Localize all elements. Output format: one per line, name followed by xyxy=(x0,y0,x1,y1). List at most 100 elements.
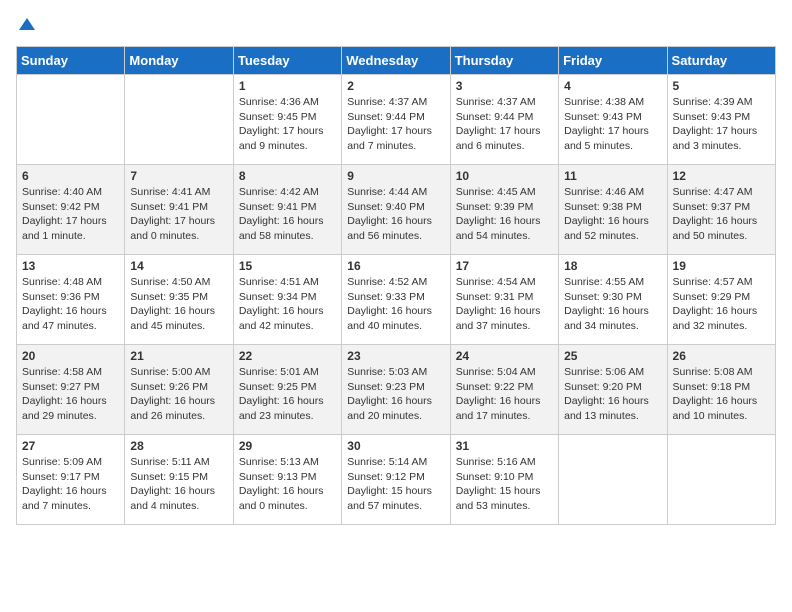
day-cell: 8 Sunrise: 4:42 AM Sunset: 9:41 PM Daylig… xyxy=(233,165,341,255)
day-info: Sunrise: 4:58 AM Sunset: 9:27 PM Dayligh… xyxy=(22,365,119,424)
day-info: Sunrise: 4:37 AM Sunset: 9:44 PM Dayligh… xyxy=(347,95,444,154)
day-number: 3 xyxy=(456,79,553,93)
day-cell: 7 Sunrise: 4:41 AM Sunset: 9:41 PM Daylig… xyxy=(125,165,233,255)
day-cell: 23 Sunrise: 5:03 AM Sunset: 9:23 PM Dayli… xyxy=(342,345,450,435)
week-row-2: 6Sunrise: 4:40 AM Sunset: 9:42 PM Daylig… xyxy=(17,165,776,255)
day-cell: 26 Sunrise: 5:08 AM Sunset: 9:18 PM Dayli… xyxy=(667,345,775,435)
day-cell: 9 Sunrise: 4:44 AM Sunset: 9:40 PM Daylig… xyxy=(342,165,450,255)
day-info: Sunrise: 5:06 AM Sunset: 9:20 PM Dayligh… xyxy=(564,365,661,424)
day-number: 15 xyxy=(239,259,336,273)
day-cell: 28 Sunrise: 5:11 AM Sunset: 9:15 PM Dayli… xyxy=(125,435,233,525)
day-cell: 10Sunrise: 4:45 AM Sunset: 9:39 PM Dayli… xyxy=(450,165,558,255)
day-info: Sunrise: 4:41 AM Sunset: 9:41 PM Dayligh… xyxy=(130,185,227,244)
day-info: Sunrise: 5:04 AM Sunset: 9:22 PM Dayligh… xyxy=(456,365,553,424)
day-info: Sunrise: 5:11 AM Sunset: 9:15 PM Dayligh… xyxy=(130,455,227,514)
day-number: 20 xyxy=(22,349,119,363)
day-cell: 16 Sunrise: 4:52 AM Sunset: 9:33 PM Dayli… xyxy=(342,255,450,345)
day-number: 17 xyxy=(456,259,553,273)
day-info: Sunrise: 5:03 AM Sunset: 9:23 PM Dayligh… xyxy=(347,365,444,424)
day-cell: 11Sunrise: 4:46 AM Sunset: 9:38 PM Dayli… xyxy=(559,165,667,255)
day-cell xyxy=(559,435,667,525)
day-info: Sunrise: 4:47 AM Sunset: 9:37 PM Dayligh… xyxy=(673,185,770,244)
day-cell: 20 Sunrise: 4:58 AM Sunset: 9:27 PM Dayli… xyxy=(17,345,125,435)
logo-icon xyxy=(17,16,37,36)
day-cell: 3 Sunrise: 4:37 AM Sunset: 9:44 PM Daylig… xyxy=(450,75,558,165)
day-info: Sunrise: 4:51 AM Sunset: 9:34 PM Dayligh… xyxy=(239,275,336,334)
day-number: 2 xyxy=(347,79,444,93)
day-info: Sunrise: 4:37 AM Sunset: 9:44 PM Dayligh… xyxy=(456,95,553,154)
day-number: 11 xyxy=(564,169,661,183)
day-number: 31 xyxy=(456,439,553,453)
day-number: 10 xyxy=(456,169,553,183)
day-info: Sunrise: 5:13 AM Sunset: 9:13 PM Dayligh… xyxy=(239,455,336,514)
day-info: Sunrise: 4:57 AM Sunset: 9:29 PM Dayligh… xyxy=(673,275,770,334)
day-info: Sunrise: 4:40 AM Sunset: 9:42 PM Dayligh… xyxy=(22,185,119,244)
day-info: Sunrise: 5:00 AM Sunset: 9:26 PM Dayligh… xyxy=(130,365,227,424)
day-info: Sunrise: 4:44 AM Sunset: 9:40 PM Dayligh… xyxy=(347,185,444,244)
day-number: 7 xyxy=(130,169,227,183)
day-cell: 13 Sunrise: 4:48 AM Sunset: 9:36 PM Dayli… xyxy=(17,255,125,345)
day-number: 9 xyxy=(347,169,444,183)
day-info: Sunrise: 4:52 AM Sunset: 9:33 PM Dayligh… xyxy=(347,275,444,334)
day-number: 21 xyxy=(130,349,227,363)
day-cell: 21 Sunrise: 5:00 AM Sunset: 9:26 PM Dayli… xyxy=(125,345,233,435)
day-number: 14 xyxy=(130,259,227,273)
week-row-3: 13 Sunrise: 4:48 AM Sunset: 9:36 PM Dayli… xyxy=(17,255,776,345)
day-cell: 24 Sunrise: 5:04 AM Sunset: 9:22 PM Dayli… xyxy=(450,345,558,435)
col-header-monday: Monday xyxy=(125,47,233,75)
day-cell: 5 Sunrise: 4:39 AM Sunset: 9:43 PM Daylig… xyxy=(667,75,775,165)
day-cell: 31 Sunrise: 5:16 AM Sunset: 9:10 PM Dayli… xyxy=(450,435,558,525)
day-number: 12 xyxy=(673,169,770,183)
day-number: 16 xyxy=(347,259,444,273)
day-number: 19 xyxy=(673,259,770,273)
day-number: 27 xyxy=(22,439,119,453)
day-cell: 6Sunrise: 4:40 AM Sunset: 9:42 PM Daylig… xyxy=(17,165,125,255)
day-number: 30 xyxy=(347,439,444,453)
day-number: 29 xyxy=(239,439,336,453)
col-header-tuesday: Tuesday xyxy=(233,47,341,75)
day-info: Sunrise: 5:14 AM Sunset: 9:12 PM Dayligh… xyxy=(347,455,444,514)
day-info: Sunrise: 4:54 AM Sunset: 9:31 PM Dayligh… xyxy=(456,275,553,334)
day-info: Sunrise: 4:38 AM Sunset: 9:43 PM Dayligh… xyxy=(564,95,661,154)
day-cell: 14 Sunrise: 4:50 AM Sunset: 9:35 PM Dayli… xyxy=(125,255,233,345)
day-cell xyxy=(125,75,233,165)
day-info: Sunrise: 5:16 AM Sunset: 9:10 PM Dayligh… xyxy=(456,455,553,514)
day-cell: 4 Sunrise: 4:38 AM Sunset: 9:43 PM Daylig… xyxy=(559,75,667,165)
day-cell xyxy=(667,435,775,525)
day-number: 25 xyxy=(564,349,661,363)
day-number: 13 xyxy=(22,259,119,273)
day-cell: 27 Sunrise: 5:09 AM Sunset: 9:17 PM Dayli… xyxy=(17,435,125,525)
calendar-header-row: SundayMondayTuesdayWednesdayThursdayFrid… xyxy=(17,47,776,75)
day-info: Sunrise: 4:42 AM Sunset: 9:41 PM Dayligh… xyxy=(239,185,336,244)
day-cell: 29 Sunrise: 5:13 AM Sunset: 9:13 PM Dayli… xyxy=(233,435,341,525)
day-cell: 1 Sunrise: 4:36 AM Sunset: 9:45 PM Daylig… xyxy=(233,75,341,165)
day-number: 18 xyxy=(564,259,661,273)
day-number: 22 xyxy=(239,349,336,363)
col-header-thursday: Thursday xyxy=(450,47,558,75)
day-number: 26 xyxy=(673,349,770,363)
day-number: 5 xyxy=(673,79,770,93)
day-info: Sunrise: 4:36 AM Sunset: 9:45 PM Dayligh… xyxy=(239,95,336,154)
day-cell xyxy=(17,75,125,165)
day-cell: 22 Sunrise: 5:01 AM Sunset: 9:25 PM Dayli… xyxy=(233,345,341,435)
day-number: 23 xyxy=(347,349,444,363)
day-info: Sunrise: 4:50 AM Sunset: 9:35 PM Dayligh… xyxy=(130,275,227,334)
week-row-4: 20 Sunrise: 4:58 AM Sunset: 9:27 PM Dayli… xyxy=(17,345,776,435)
day-cell: 25 Sunrise: 5:06 AM Sunset: 9:20 PM Dayli… xyxy=(559,345,667,435)
day-info: Sunrise: 5:01 AM Sunset: 9:25 PM Dayligh… xyxy=(239,365,336,424)
day-cell: 15 Sunrise: 4:51 AM Sunset: 9:34 PM Dayli… xyxy=(233,255,341,345)
day-number: 28 xyxy=(130,439,227,453)
day-info: Sunrise: 5:09 AM Sunset: 9:17 PM Dayligh… xyxy=(22,455,119,514)
day-cell: 12 Sunrise: 4:47 AM Sunset: 9:37 PM Dayli… xyxy=(667,165,775,255)
day-info: Sunrise: 4:39 AM Sunset: 9:43 PM Dayligh… xyxy=(673,95,770,154)
day-number: 8 xyxy=(239,169,336,183)
day-info: Sunrise: 4:48 AM Sunset: 9:36 PM Dayligh… xyxy=(22,275,119,334)
day-cell: 2 Sunrise: 4:37 AM Sunset: 9:44 PM Daylig… xyxy=(342,75,450,165)
day-number: 24 xyxy=(456,349,553,363)
calendar-table: SundayMondayTuesdayWednesdayThursdayFrid… xyxy=(16,46,776,525)
day-info: Sunrise: 5:08 AM Sunset: 9:18 PM Dayligh… xyxy=(673,365,770,424)
day-info: Sunrise: 4:55 AM Sunset: 9:30 PM Dayligh… xyxy=(564,275,661,334)
day-number: 1 xyxy=(239,79,336,93)
day-number: 4 xyxy=(564,79,661,93)
day-cell: 17 Sunrise: 4:54 AM Sunset: 9:31 PM Dayli… xyxy=(450,255,558,345)
